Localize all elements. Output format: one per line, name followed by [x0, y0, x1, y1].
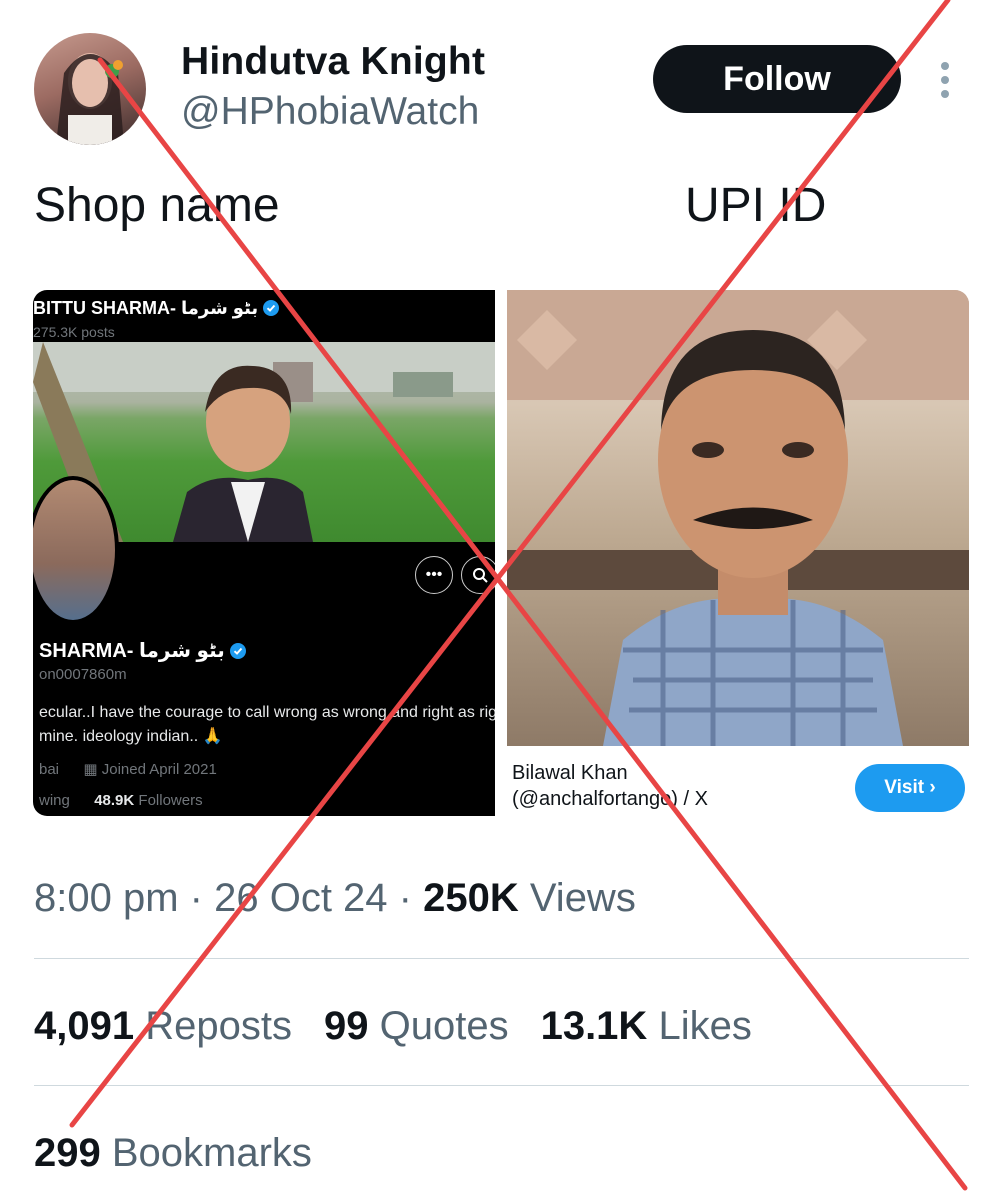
screenshot-post-count: 275.3K posts [33, 324, 115, 340]
screenshot-profile-picture [33, 476, 119, 624]
screenshot-more-icon: ••• [415, 556, 453, 594]
separator-dot: · [189, 876, 215, 920]
screenshot-profile-handle: on0007860m [39, 666, 127, 683]
quotes-stat[interactable]: 99 Quotes [324, 1004, 509, 1048]
tweet-date[interactable]: 26 Oct 24 [214, 876, 387, 920]
calendar-icon: ▦ [83, 761, 98, 778]
follow-button[interactable]: Follow [653, 45, 901, 113]
divider [34, 958, 969, 959]
link-card-title: Bilawal Khan [512, 762, 628, 784]
screenshot-boy-photo [173, 342, 313, 542]
author-handle[interactable]: @HPhobiaWatch [181, 90, 479, 134]
avatar[interactable] [34, 33, 146, 145]
screenshot-profile-name: SHARMA- بٹو شرما [39, 638, 247, 663]
media-link-card[interactable]: Bilawal Khan (@anchalfortango) / X Visit… [507, 290, 969, 816]
screenshot-bio-line-1: ecular..I have the courage to call wrong… [39, 704, 495, 721]
link-card-subtitle: (@anchalfortango) / X [512, 788, 708, 810]
screenshot-bio-line-2: mine. ideology indian.. 🙏 [39, 728, 223, 745]
screenshot-meta: bai ▦ Joined April 2021 [39, 761, 217, 778]
divider [34, 1085, 969, 1086]
avatar-image [56, 53, 124, 145]
likes-stat[interactable]: 13.1K Likes [541, 1004, 752, 1048]
separator-dot: · [398, 876, 424, 920]
views-count: 250K [423, 876, 519, 920]
tweet-time[interactable]: 8:00 pm [34, 876, 179, 920]
reposts-stat[interactable]: 4,091 Reposts [34, 1004, 292, 1048]
tweet-timestamp-views: 8:00 pm · 26 Oct 24 · 250K Views [34, 876, 636, 921]
views-label: Views [529, 876, 636, 920]
author-name[interactable]: Hindutva Knight [181, 40, 485, 84]
tweet-text-shop-name: Shop name [34, 179, 280, 232]
verified-badge-icon [230, 643, 247, 659]
link-card-info: Bilawal Khan (@anchalfortango) / X Visit… [507, 746, 969, 816]
more-options-icon[interactable] [930, 60, 960, 100]
engagement-stats: 4,091 Reposts 99 Quotes 13.1K Likes [34, 1004, 752, 1049]
screenshot-search-icon [461, 556, 495, 594]
tweet-text-upi-id: UPI ID [685, 179, 827, 232]
media-image-profile-screenshot[interactable]: BITTU SHARMA- بٹو شرما 275.3K posts ••• … [33, 290, 495, 816]
bookmarks-stat[interactable]: 299 Bookmarks [34, 1131, 312, 1176]
verified-badge-icon [263, 300, 280, 316]
link-card-man-photo [603, 310, 903, 746]
screenshot-profile-name-top: BITTU SHARMA- بٹو شرما [33, 298, 280, 319]
visit-button[interactable]: Visit › [855, 764, 965, 812]
screenshot-follow-stats: wing 48.9K Followers [39, 792, 203, 809]
